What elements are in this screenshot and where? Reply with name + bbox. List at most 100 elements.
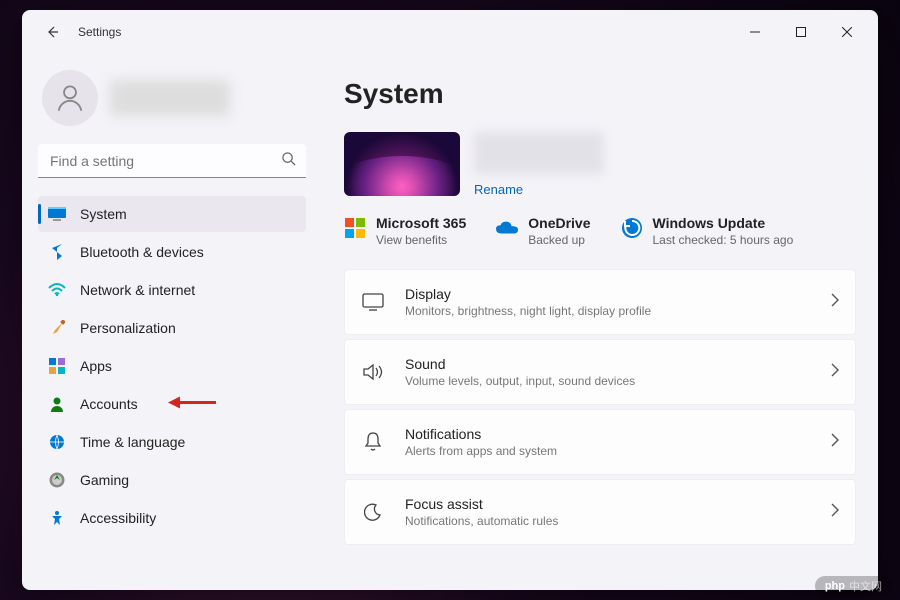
quick-text: OneDrive Backed up [528,215,590,247]
back-button[interactable] [36,16,68,48]
card-sub: Notifications, automatic rules [405,514,811,528]
system-icon [48,205,66,223]
device-name-redacted [474,132,604,174]
device-thumbnail[interactable] [344,132,460,196]
card-title: Display [405,286,811,302]
display-icon [361,290,385,314]
window-title: Settings [78,25,121,39]
device-row: Rename [344,132,856,197]
person-icon [53,81,87,115]
profile-block[interactable] [42,70,306,126]
card-sub: Monitors, brightness, night light, displ… [405,304,811,318]
content: System Bluetooth & devices Network & int… [22,54,878,590]
watermark-brand: php [825,580,845,592]
microsoft-365-icon [344,217,366,239]
windows-update-icon [621,217,643,239]
accounts-icon [48,395,66,413]
sidebar-item-accessibility[interactable]: Accessibility [38,500,306,536]
quick-title: Microsoft 365 [376,215,466,231]
sidebar-item-label: Gaming [80,472,129,488]
card-focus[interactable]: Focus assist Notifications, automatic ru… [344,479,856,545]
card-title: Sound [405,356,811,372]
avatar [42,70,98,126]
quick-sub: Last checked: 5 hours ago [653,233,794,247]
close-button[interactable] [824,16,870,48]
window-controls [732,16,870,48]
moon-icon [361,500,385,524]
quick-title: OneDrive [528,215,590,231]
minimize-button[interactable] [732,16,778,48]
sound-icon [361,360,385,384]
card-title: Focus assist [405,496,811,512]
arrow-left-icon [44,24,60,40]
quick-onedrive[interactable]: OneDrive Backed up [496,215,590,247]
apps-icon [48,357,66,375]
search-input[interactable] [38,144,306,178]
sidebar-item-label: Personalization [80,320,176,336]
device-info: Rename [474,132,604,197]
main-panel[interactable]: System Rename Microsoft 365 View benefit… [322,54,878,590]
settings-window: Settings Syste [22,10,878,590]
paintbrush-icon [48,319,66,337]
settings-cards: Display Monitors, brightness, night ligh… [344,269,856,545]
sidebar-item-accounts[interactable]: Accounts [38,386,306,422]
close-icon [842,27,852,37]
card-notifications[interactable]: Notifications Alerts from apps and syste… [344,409,856,475]
sidebar: System Bluetooth & devices Network & int… [22,54,322,590]
quick-m365[interactable]: Microsoft 365 View benefits [344,215,466,247]
rename-link[interactable]: Rename [474,182,604,197]
sidebar-item-label: Network & internet [80,282,195,298]
watermark-text: 中文网 [849,578,882,594]
accessibility-icon [48,509,66,527]
sidebar-item-gaming[interactable]: Gaming [38,462,306,498]
page-title: System [344,78,856,110]
sidebar-item-personalization[interactable]: Personalization [38,310,306,346]
watermark: php 中文网 [815,576,892,596]
card-text: Sound Volume levels, output, input, soun… [405,356,811,388]
sidebar-item-label: Bluetooth & devices [80,244,204,260]
maximize-button[interactable] [778,16,824,48]
card-sub: Alerts from apps and system [405,444,811,458]
sidebar-item-bluetooth[interactable]: Bluetooth & devices [38,234,306,270]
maximize-icon [796,27,806,37]
titlebar: Settings [22,10,878,54]
card-title: Notifications [405,426,811,442]
search-box [38,144,306,178]
card-text: Display Monitors, brightness, night ligh… [405,286,811,318]
quick-text: Microsoft 365 View benefits [376,215,466,247]
annotation-arrow [168,395,216,414]
chevron-right-icon [831,293,839,312]
profile-name-redacted [110,80,230,116]
onedrive-icon [496,217,518,239]
sidebar-item-system[interactable]: System [38,196,306,232]
quick-title: Windows Update [653,215,794,231]
chevron-right-icon [831,433,839,452]
wifi-icon [48,281,66,299]
bluetooth-icon [48,243,66,261]
bell-icon [361,430,385,454]
quick-update[interactable]: Windows Update Last checked: 5 hours ago [621,215,794,247]
sidebar-item-network[interactable]: Network & internet [38,272,306,308]
chevron-right-icon [831,363,839,382]
search-icon [281,151,296,171]
sidebar-item-label: Accessibility [80,510,156,526]
sidebar-item-apps[interactable]: Apps [38,348,306,384]
sidebar-item-label: Apps [80,358,112,374]
sidebar-item-time[interactable]: Time & language [38,424,306,460]
sidebar-item-label: System [80,206,127,222]
quick-links-row: Microsoft 365 View benefits OneDrive Bac… [344,215,856,247]
card-text: Notifications Alerts from apps and syste… [405,426,811,458]
card-text: Focus assist Notifications, automatic ru… [405,496,811,528]
card-sub: Volume levels, output, input, sound devi… [405,374,811,388]
clock-globe-icon [48,433,66,451]
card-sound[interactable]: Sound Volume levels, output, input, soun… [344,339,856,405]
minimize-icon [750,27,760,37]
quick-text: Windows Update Last checked: 5 hours ago [653,215,794,247]
card-display[interactable]: Display Monitors, brightness, night ligh… [344,269,856,335]
sidebar-item-label: Accounts [80,396,138,412]
sidebar-nav: System Bluetooth & devices Network & int… [38,196,306,536]
chevron-right-icon [831,503,839,522]
quick-sub: Backed up [528,233,590,247]
sidebar-item-label: Time & language [80,434,185,450]
gaming-icon [48,471,66,489]
